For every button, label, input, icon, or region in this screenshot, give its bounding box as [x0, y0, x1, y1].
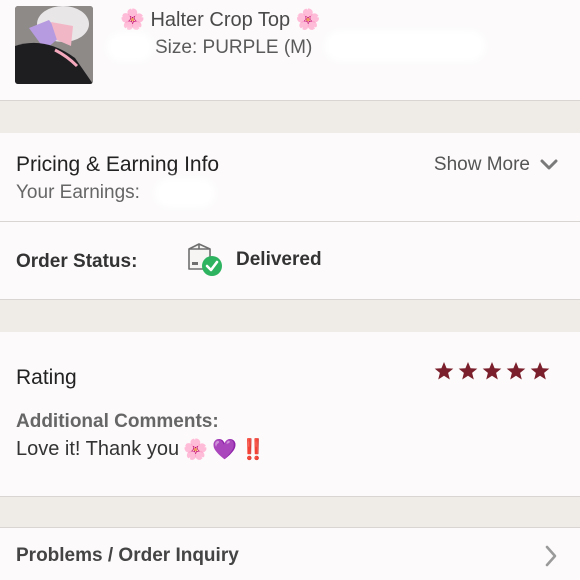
- cherry-blossom-icon: 🌸: [295, 9, 321, 31]
- delivered-box-icon: [188, 243, 222, 276]
- star-icon: [506, 362, 526, 380]
- product-image-icon: [15, 6, 93, 84]
- pricing-title: Pricing & Earning Info: [16, 153, 220, 176]
- star-icon: [530, 362, 550, 380]
- order-inquiry-label: Problems / Order Inquiry: [16, 545, 239, 566]
- order-status-label: Order Status:: [16, 251, 138, 272]
- pricing-section[interactable]: Pricing & Earning Info Your Earnings: Sh…: [0, 133, 580, 221]
- chevron-right-icon: [545, 545, 557, 567]
- cherry-blossom-icon: 🌸: [120, 9, 145, 31]
- additional-comments-text: Love it! Thank you 🌸 💜 ‼️: [16, 437, 266, 462]
- additional-comments-label: Additional Comments:: [16, 411, 219, 432]
- show-more-button[interactable]: Show More: [434, 154, 558, 176]
- order-status-row: Order Status: Delivered: [0, 222, 580, 299]
- section-gap: [0, 300, 580, 332]
- double-exclamation-icon: ‼️: [240, 439, 266, 461]
- order-status-value: Delivered: [236, 249, 322, 270]
- redacted-blur: [330, 36, 480, 56]
- chevron-down-icon: [540, 159, 558, 170]
- star-rating: [434, 361, 550, 381]
- earnings-label: Your Earnings:: [16, 182, 140, 203]
- cherry-blossom-icon: 🌸: [183, 439, 208, 461]
- redacted-blur: [112, 38, 148, 56]
- rating-section: Rating Additional Comments: Love it! Tha…: [0, 332, 580, 496]
- rating-label: Rating: [16, 366, 77, 389]
- star-icon: [482, 362, 502, 380]
- star-icon: [434, 362, 454, 380]
- product-size: Size: PURPLE (M): [155, 37, 313, 58]
- section-gap: [0, 101, 580, 133]
- redacted-blur: [160, 184, 210, 202]
- star-icon: [458, 362, 478, 380]
- product-row[interactable]: 🌸 Halter Crop Top 🌸 Size: PURPLE (M): [0, 0, 580, 100]
- product-thumbnail[interactable]: [15, 6, 93, 84]
- order-inquiry-row[interactable]: Problems / Order Inquiry: [0, 528, 580, 580]
- purple-heart-icon: 💜: [211, 439, 237, 461]
- product-title[interactable]: 🌸 Halter Crop Top 🌸: [120, 7, 321, 32]
- section-gap: [0, 497, 580, 528]
- product-title-text: Halter Crop Top: [150, 9, 291, 31]
- show-more-label: Show More: [433, 154, 530, 175]
- comment-text: Love it! Thank you: [16, 438, 180, 460]
